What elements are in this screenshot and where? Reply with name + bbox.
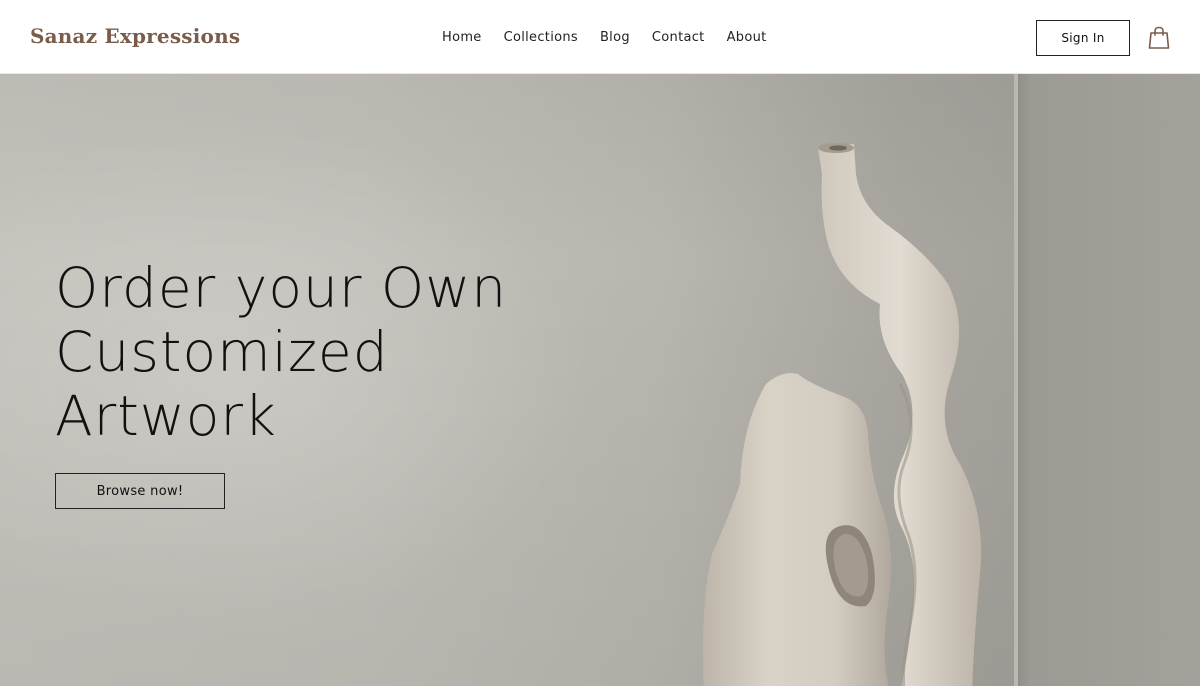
nav-item-collections[interactable]: Collections [504, 30, 578, 45]
shopping-bag-icon-graphic [1148, 26, 1170, 49]
browse-now-button[interactable]: Browse now! [55, 473, 225, 509]
brand-logo[interactable]: Sanaz Expressions [30, 24, 240, 48]
hero-headline: Order your Own Customized Artwork [55, 256, 655, 448]
nav-item-contact[interactable]: Contact [652, 30, 705, 45]
hero-headline-line-3: Artwork [55, 384, 277, 448]
nav-item-home[interactable]: Home [442, 30, 482, 45]
shopping-bag-icon[interactable] [1148, 26, 1170, 50]
page-bottom-edge [0, 686, 1200, 694]
page: Sanaz Expressions Home Collections Blog … [0, 0, 1200, 694]
nav-item-about[interactable]: About [727, 30, 767, 45]
hero-headline-line-2: Customized [55, 320, 389, 384]
nav-item-blog[interactable]: Blog [600, 30, 630, 45]
hero-headline-line-1: Order your Own [55, 256, 508, 320]
site-header: Sanaz Expressions Home Collections Blog … [0, 0, 1200, 74]
hero-banner: Order your Own Customized Artwork Browse… [0, 74, 1200, 686]
ceramic-sculpture-image [703, 143, 982, 686]
sign-in-button[interactable]: Sign In [1036, 20, 1130, 56]
main-nav: Home Collections Blog Contact About [442, 30, 767, 45]
